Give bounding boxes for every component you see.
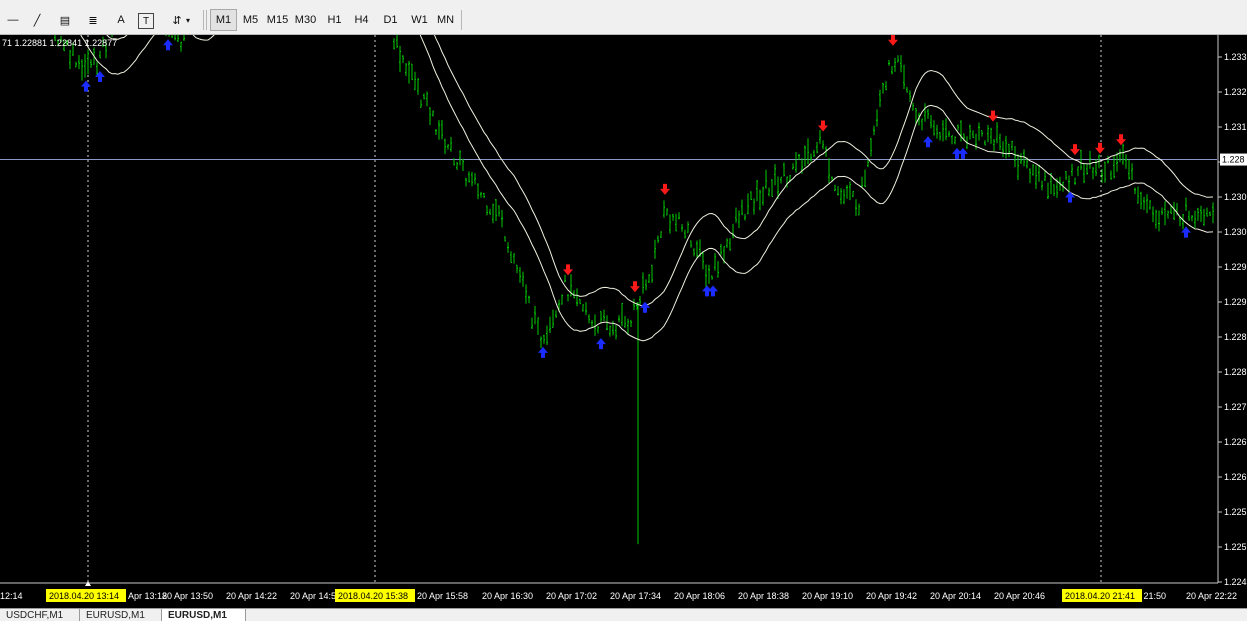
price-axis-label: 1.224 xyxy=(1224,577,1247,587)
tab-eurusd-m1[interactable]: EURUSD,M1 xyxy=(80,609,162,621)
time-axis-label: 20 Apr 14:22 xyxy=(226,591,277,601)
highlighted-time-label: 2018.04.20 13:14 xyxy=(49,591,119,601)
tab-eurusd-m1-active[interactable]: EURUSD,M1 xyxy=(162,609,246,621)
price-axis-label: 1.231 xyxy=(1224,122,1247,132)
toolbar-separator xyxy=(461,10,462,30)
toolbar-separator xyxy=(206,10,207,30)
price-axis-label: 1.229 xyxy=(1224,262,1247,272)
price-axis-label: 1.233 xyxy=(1224,52,1247,62)
price-axis-label: 1.230 xyxy=(1224,227,1247,237)
time-axis-label: 20 Apr 19:42 xyxy=(866,591,917,601)
time-axis-label: 20 Apr 18:06 xyxy=(674,591,725,601)
time-axis-label: 20 Apr 22:22 xyxy=(1186,591,1237,601)
price-chart[interactable]: 1.2331.2321.2311.2311.2301.2301.2291.229… xyxy=(0,35,1247,608)
price-axis-label: 1.227 xyxy=(1224,402,1247,412)
timeframe-d1-button[interactable]: D1 xyxy=(377,9,404,31)
time-axis-label: 20 Apr 14:5 xyxy=(290,591,336,601)
price-axis-label: 1.230 xyxy=(1224,192,1247,202)
highlighted-time-label: 2018.04.20 15:38 xyxy=(338,591,408,601)
chart-tabs: USDCHF,M1 EURUSD,M1 EURUSD,M1 xyxy=(0,608,1247,621)
timeframe-h4-button[interactable]: H4 xyxy=(348,9,375,31)
timeframe-mn-button[interactable]: MN xyxy=(432,9,459,31)
text-icon[interactable]: A xyxy=(110,9,132,31)
time-axis-label: 20 Apr 20:46 xyxy=(994,591,1045,601)
text-label-icon[interactable]: T xyxy=(138,13,154,29)
timeframe-h1-button[interactable]: H1 xyxy=(321,9,348,31)
time-axis-label: 20 Apr 20:14 xyxy=(930,591,981,601)
time-axis-label: 20 Apr 17:02 xyxy=(546,591,597,601)
tab-usdchf-m1[interactable]: USDCHF,M1 xyxy=(0,609,80,621)
price-axis-label: 1.228 xyxy=(1224,332,1247,342)
horizontal-line-icon[interactable]: — xyxy=(2,9,24,31)
time-axis-label: 20 Apr 16:30 xyxy=(482,591,533,601)
price-axis-label: 1.225 xyxy=(1224,507,1247,517)
price-axis-label: 1.232 xyxy=(1224,87,1247,97)
chart-background xyxy=(0,35,1247,608)
price-axis-label: 1.228 xyxy=(1224,367,1247,377)
price-chart-canvas[interactable]: 1.2331.2321.2311.2311.2301.2301.2291.229… xyxy=(0,35,1247,608)
time-axis-label: 20 Apr 19:10 xyxy=(802,591,853,601)
chart-toolbar: — ╱ ▤ ≣ A T ⇵ ▾ M1 M5 M15 M30 H1 H4 D1 W… xyxy=(0,6,1247,35)
timeframe-m15-button[interactable]: M15 xyxy=(264,9,291,31)
time-axis-label: 20 Apr 15:58 xyxy=(417,591,468,601)
timeframe-m30-button[interactable]: M30 xyxy=(292,9,319,31)
time-axis-label: 20 Apr 17:34 xyxy=(610,591,661,601)
fibonacci-fan-icon[interactable]: ▤ xyxy=(54,9,76,31)
current-price-label: 1.228 xyxy=(1222,155,1245,165)
timeframe-w1-button[interactable]: W1 xyxy=(406,9,433,31)
price-axis-label: 1.225 xyxy=(1224,542,1247,552)
price-axis-label: 1.226 xyxy=(1224,437,1247,447)
time-axis-label: 20 Apr 18:38 xyxy=(738,591,789,601)
time-axis-label: 12:14 xyxy=(0,591,23,601)
timeframe-m1-button[interactable]: M1 xyxy=(210,9,237,31)
ohlc-readout: 71 1.22881 1.22841 1.22877 xyxy=(2,38,118,48)
price-axis-label: 1.229 xyxy=(1224,297,1247,307)
fibonacci-retracement-icon[interactable]: ≣ xyxy=(82,9,104,31)
trendline-icon[interactable]: ╱ xyxy=(26,9,48,31)
highlighted-time-label: 2018.04.20 21:41 xyxy=(1065,591,1135,601)
arrows-dropdown-icon[interactable]: ▾ xyxy=(186,9,190,31)
time-axis-label: r 21:50 xyxy=(1138,591,1166,601)
price-axis-label: 1.226 xyxy=(1224,472,1247,482)
toolbar-separator xyxy=(203,10,204,30)
time-axis-label: 20 Apr 13:50 xyxy=(162,591,213,601)
arrows-icon[interactable]: ⇵ xyxy=(166,9,188,31)
timeframe-m5-button[interactable]: M5 xyxy=(237,9,264,31)
